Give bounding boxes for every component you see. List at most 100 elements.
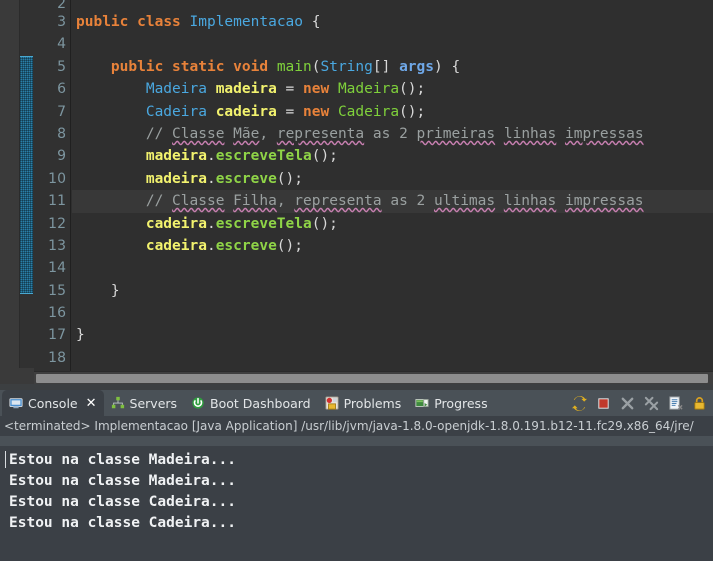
code-token: escreve xyxy=(215,237,277,254)
line-number: 6 xyxy=(57,81,66,98)
line-number: 8 xyxy=(57,125,66,142)
code-line[interactable]: cadeira.escreve(); xyxy=(72,235,713,257)
clear-console-icon[interactable] xyxy=(668,395,683,411)
panel-tab-label: Progress xyxy=(434,395,488,411)
java-code-editor[interactable]: 2 3 4 5 6 7 8 9 10 11 12 13 14 15 16 17 18 public class… xyxy=(0,0,713,384)
code-token: linhas xyxy=(503,193,557,210)
scroll-lock-icon[interactable] xyxy=(692,396,707,411)
line-number: 16 xyxy=(48,305,66,322)
code-token: primeiras xyxy=(416,125,496,142)
remove-all-icon[interactable] xyxy=(644,396,659,411)
code-token: (); xyxy=(311,148,338,165)
code-token: . xyxy=(206,170,216,187)
code-line[interactable]: cadeira.escreveTela(); xyxy=(72,213,713,235)
console-output-line: Estou na classe Madeira... xyxy=(9,473,236,489)
code-token: , xyxy=(259,125,277,142)
line-number: 10 xyxy=(48,170,66,187)
panel-tab-progress[interactable]: Progress xyxy=(408,390,494,416)
code-token: Madeira xyxy=(145,81,207,98)
code-token: Cadeira xyxy=(337,103,400,120)
line-number: 3 xyxy=(57,14,66,30)
code-token: representa xyxy=(294,193,382,210)
code-token: (); xyxy=(311,215,338,232)
code-token: // xyxy=(145,193,173,210)
line-number: 4 xyxy=(57,36,66,53)
code-line[interactable]: Cadeira cadeira = new Cadeira(); xyxy=(72,101,713,123)
code-token: Classe xyxy=(172,193,225,210)
line-number: 5 xyxy=(57,58,66,75)
terminated-status-line: <terminated> Implementacao [Java Applica… xyxy=(0,416,713,436)
annotation-column[interactable] xyxy=(0,0,20,384)
code-line[interactable] xyxy=(72,33,713,55)
code-line[interactable]: public static void main(String[] args) { xyxy=(72,56,713,78)
panel-tab-problems[interactable]: Problems xyxy=(318,390,409,416)
code-token: Classe xyxy=(172,125,225,142)
progress-icon xyxy=(415,396,429,410)
method-range-indicator xyxy=(20,56,33,294)
code-line[interactable]: } xyxy=(72,280,713,302)
code-token: madeira xyxy=(145,148,207,165)
text-caret xyxy=(5,451,6,468)
line-number: 12 xyxy=(48,215,66,232)
code-line[interactable]: } xyxy=(72,324,713,346)
scrollbar-thumb[interactable] xyxy=(36,374,708,383)
line-number-partial: 2 xyxy=(57,0,66,11)
line-number: 15 xyxy=(48,282,66,299)
remove-launch-icon[interactable] xyxy=(620,396,635,411)
code-token: . xyxy=(206,148,216,165)
code-line[interactable]: madeira.escreve(); xyxy=(72,168,713,190)
code-token: madeira xyxy=(145,170,207,187)
terminate-icon[interactable] xyxy=(596,396,611,411)
console-icon xyxy=(9,396,23,410)
code-token: new xyxy=(303,81,330,98)
line-number: 7 xyxy=(57,103,66,120)
code-token: as 2 xyxy=(381,193,434,210)
panel-tab-boot-dashboard[interactable]: Boot Dashboard xyxy=(184,390,318,416)
line-number: 9 xyxy=(57,148,66,165)
line-number-gutter[interactable]: 2 3 4 5 6 7 8 9 10 11 12 13 14 15 16 17 18 xyxy=(33,0,71,384)
code-line[interactable] xyxy=(72,347,713,369)
relaunch-icon[interactable] xyxy=(572,395,587,411)
panel-tab-bar: Console ✕ Servers Boot Dashboard Problems Pro… xyxy=(0,390,713,416)
boot-dashboard-icon xyxy=(191,396,205,410)
code-token: { xyxy=(303,14,321,30)
code-line[interactable]: madeira.escreveTela(); xyxy=(72,145,713,167)
code-token: Filha xyxy=(233,193,277,210)
eclipse-ide-window: 2 3 4 5 6 7 8 9 10 11 12 13 14 15 16 17 18 public class… xyxy=(0,0,713,561)
code-text-area[interactable]: public class Implementacao { public stat… xyxy=(72,0,713,384)
code-line[interactable]: // Classe Filha, representa as 2 ultimas… xyxy=(72,190,713,213)
panel-tab-servers[interactable]: Servers xyxy=(104,390,185,416)
tab-close-icon[interactable]: ✕ xyxy=(86,396,97,411)
code-token: } xyxy=(76,327,85,344)
code-line[interactable] xyxy=(72,302,713,324)
code-line[interactable]: public class Implementacao { xyxy=(72,11,713,33)
code-token: public xyxy=(76,14,129,30)
panel-tab-console[interactable]: Console ✕ xyxy=(2,390,104,416)
code-token: (); xyxy=(276,237,303,254)
console-output-line: Estou na classe Madeira... xyxy=(9,452,236,468)
code-token: escreveTela xyxy=(215,215,312,232)
code-token: Cadeira xyxy=(145,103,207,120)
code-token: String xyxy=(320,58,373,75)
code-line[interactable]: // Classe Mãe, representa as 2 primeiras… xyxy=(72,123,713,145)
code-line[interactable]: Madeira madeira = new Madeira(); xyxy=(72,78,713,100)
code-token: (); xyxy=(399,103,426,120)
code-line[interactable] xyxy=(72,257,713,279)
code-token: public xyxy=(110,58,164,75)
editor-horizontal-scrollbar[interactable] xyxy=(0,368,713,384)
console-output[interactable]: Estou na classe Madeira... Estou na class… xyxy=(0,446,713,561)
